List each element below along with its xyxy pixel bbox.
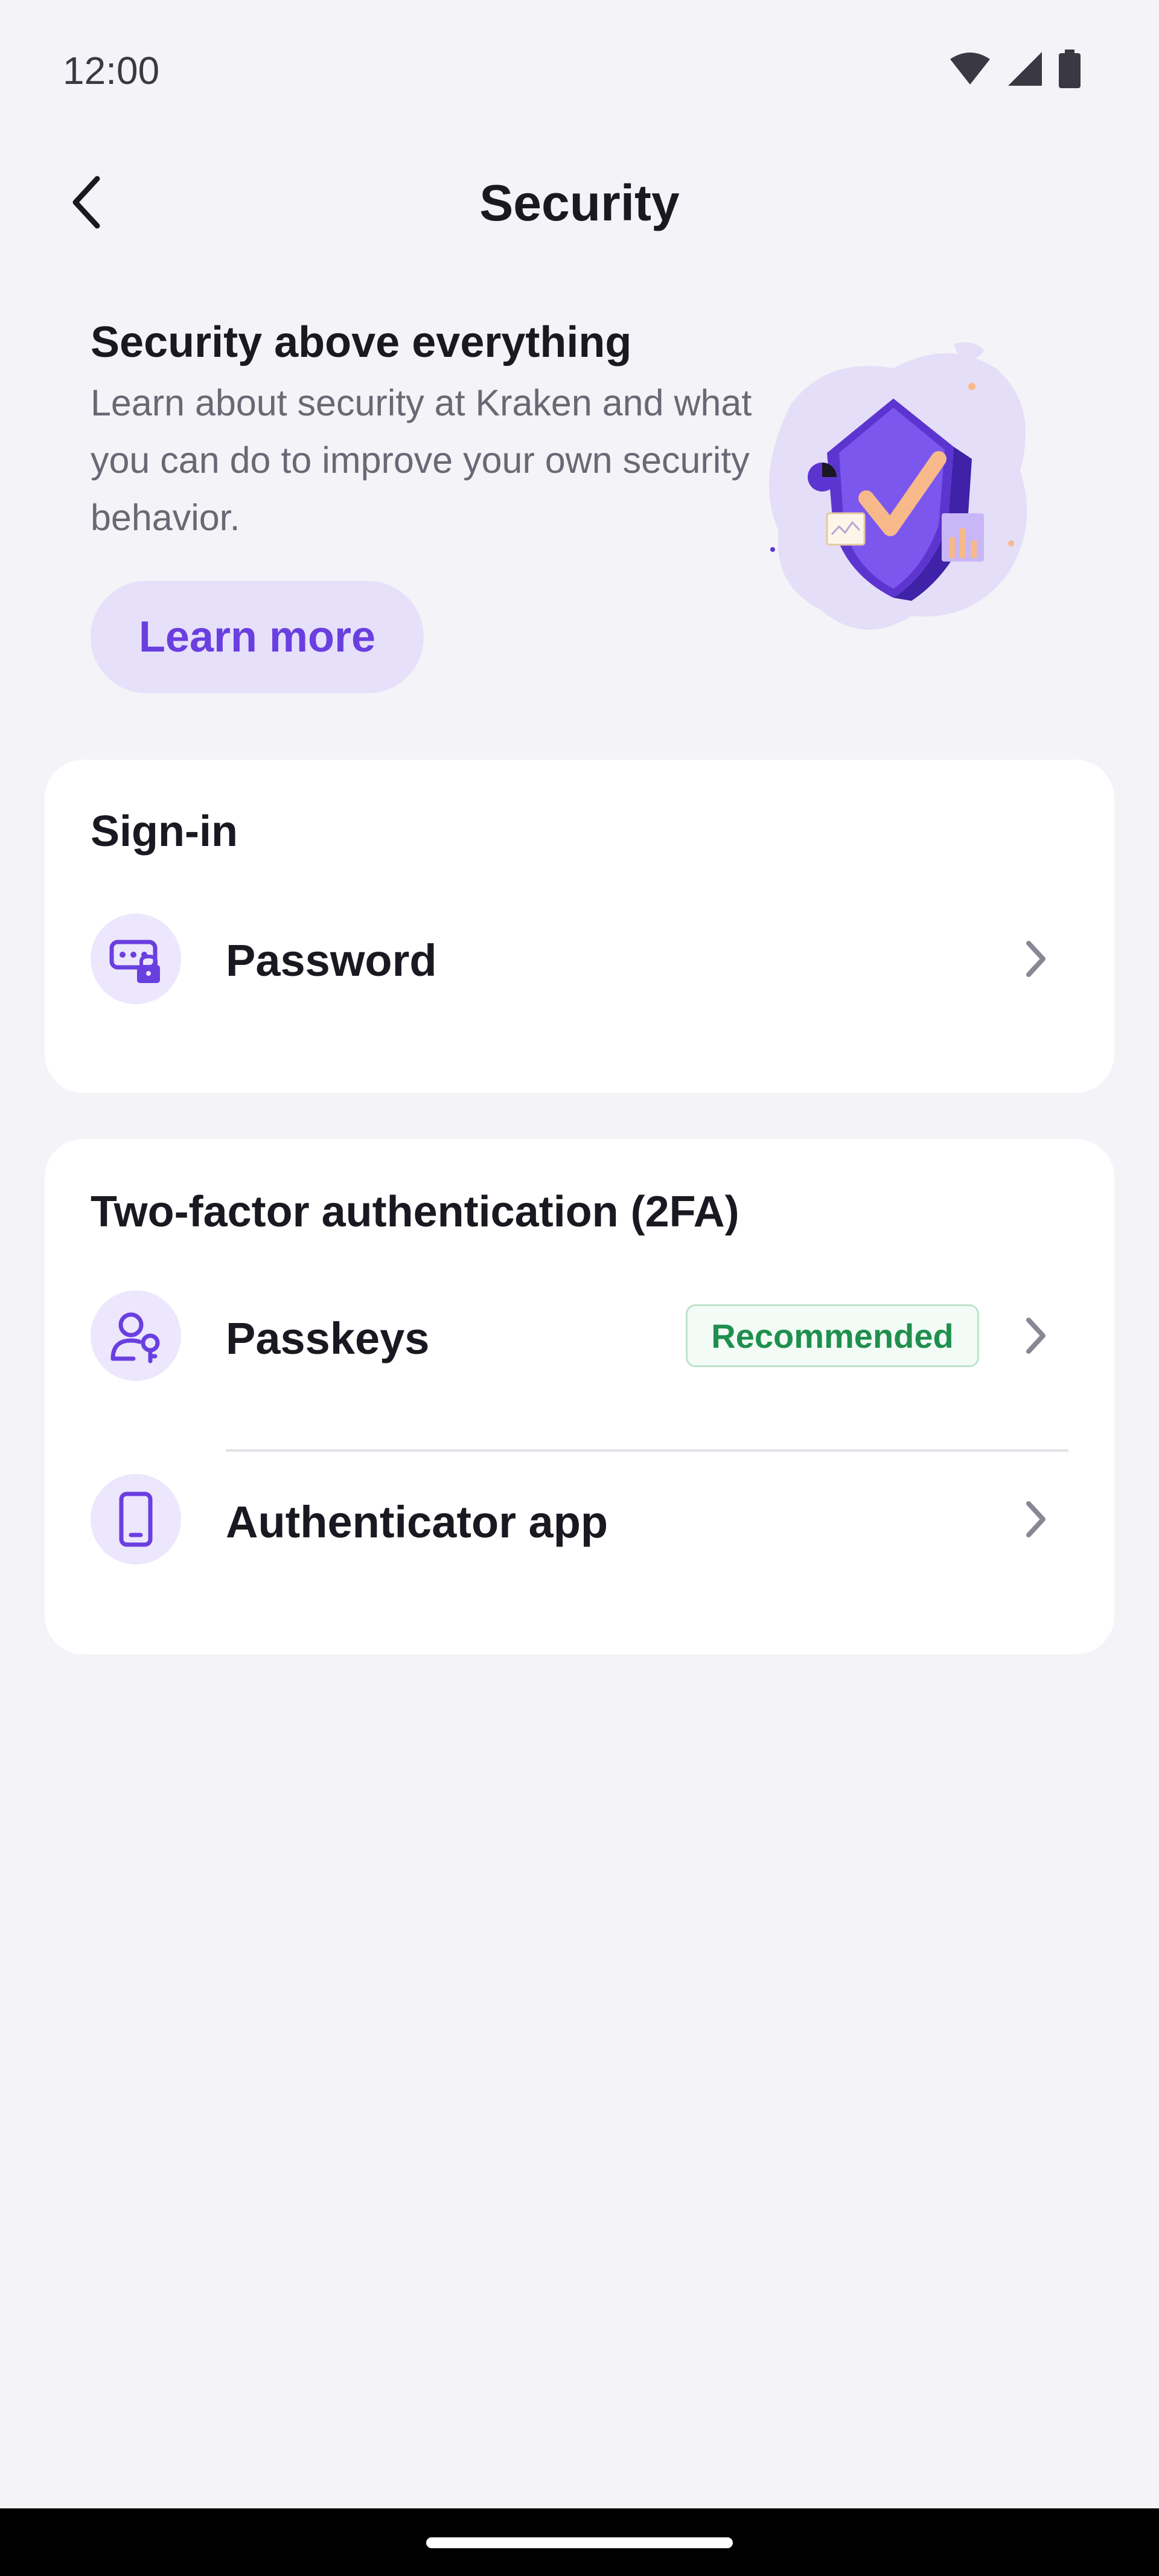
smartphone-icon [91,1474,181,1565]
sign-in-card: Sign-in Password [45,760,1114,1093]
password-lock-icon [91,914,181,1004]
cellular-signal-icon [1008,52,1042,86]
passkeys-label: Passkeys [226,1313,430,1363]
promo-title: Security above everything [91,318,632,367]
security-shield-illustration [769,342,1027,630]
passkeys-row[interactable]: Passkeys Recommended [45,1263,1114,1408]
promo-description: Learn about security at Kraken and what … [91,382,752,538]
learn-more-button[interactable]: Learn more [91,581,424,693]
password-label: Password [226,935,437,985]
page-title: Security [479,175,680,231]
home-indicator[interactable] [426,2537,733,2548]
wifi-icon [950,53,990,85]
system-navigation-bar [0,2508,1159,2576]
app-bar: Security [0,139,1159,266]
recommended-badge: Recommended [686,1304,979,1367]
status-icons [949,50,1081,88]
authenticator-app-label: Authenticator app [226,1497,608,1547]
sign-in-section-title: Sign-in [91,807,238,856]
chevron-right-icon [1018,1312,1054,1360]
battery-icon [1059,50,1081,88]
chevron-right-icon [1018,935,1054,983]
password-row[interactable]: Password [45,886,1114,1031]
two-factor-section-title: Two-factor authentication (2FA) [91,1188,739,1236]
status-time: 12:00 [63,49,160,92]
two-factor-card: Two-factor authentication (2FA) Passkeys… [45,1139,1114,1655]
user-key-icon [91,1290,181,1381]
authenticator-app-row[interactable]: Authenticator app [45,1447,1114,1592]
chevron-right-icon [1018,1495,1054,1543]
status-bar: 12:00 [0,0,1159,139]
security-promo: Security above everything Learn about se… [91,314,1068,700]
